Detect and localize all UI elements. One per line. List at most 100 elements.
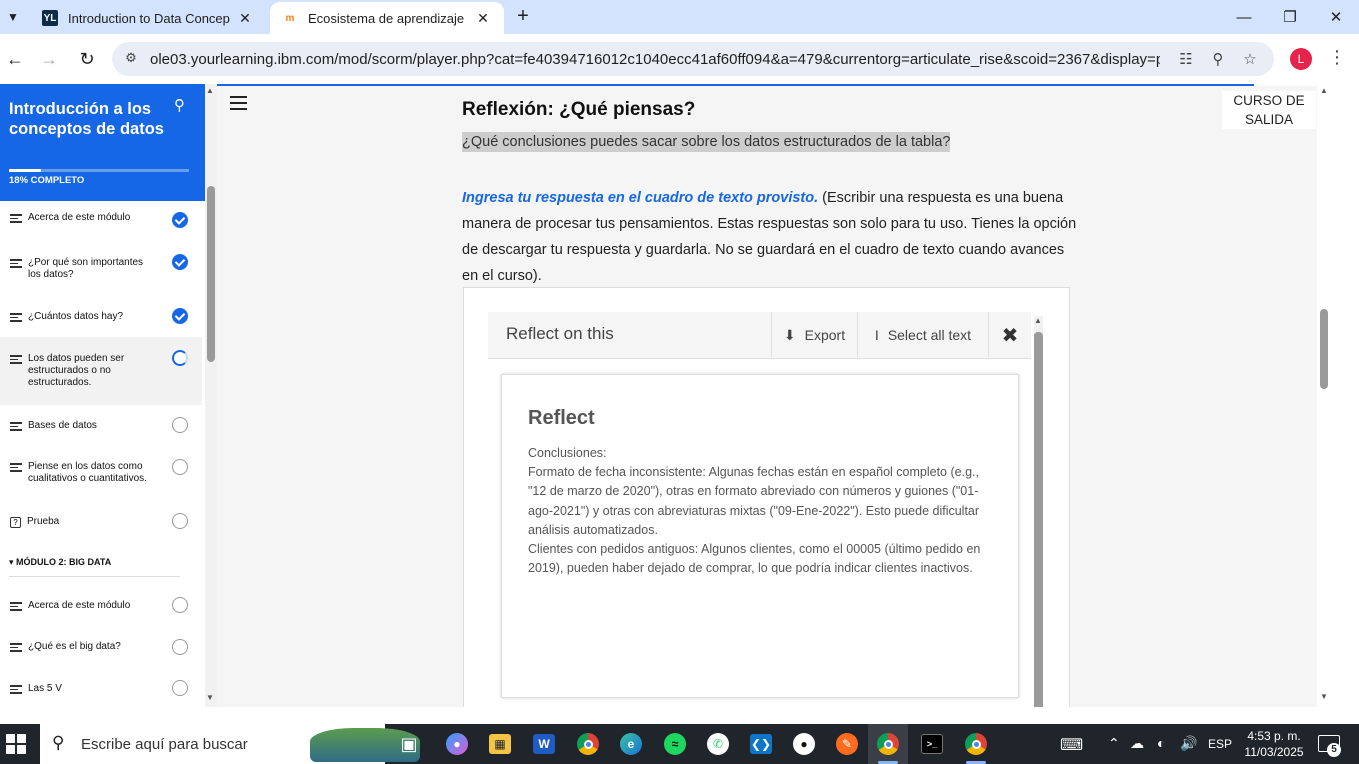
scroll-down-icon[interactable]: ▼: [1320, 692, 1328, 701]
close-tab-icon[interactable]: ✕: [474, 10, 492, 27]
bookmark-star-icon[interactable]: ☆: [1240, 50, 1260, 68]
show-hidden-icons-icon[interactable]: ⌃: [1108, 735, 1120, 752]
task-view-icon[interactable]: ▣: [394, 729, 424, 759]
browser-tab-data-concepts[interactable]: YL Introduction to Data Concepts | ✕: [30, 2, 266, 34]
completed-check-icon: [172, 254, 188, 270]
page-scroll-thumb[interactable]: [1320, 309, 1328, 389]
module-2-toggle[interactable]: ▾ MÓDULO 2: BIG DATA: [9, 557, 111, 568]
sidebar-item-label: ¿Qué es el big data?: [28, 641, 121, 652]
lesson-lines-icon: [10, 214, 22, 223]
new-tab-icon[interactable]: +: [512, 5, 534, 27]
sidebar-scroll-thumb[interactable]: [207, 186, 215, 362]
close-icon[interactable]: ✖: [988, 312, 1031, 358]
reflect-scroll-thumb[interactable]: [1034, 332, 1043, 707]
not-started-circle-icon: [172, 680, 188, 696]
tab-search-dropdown-icon[interactable]: ▼: [0, 4, 26, 30]
select-all-button[interactable]: I Select all text: [857, 312, 988, 358]
whatsapp-icon[interactable]: ✆: [703, 729, 733, 759]
chrome-profile-icon[interactable]: [873, 729, 903, 759]
menu-hamburger-icon[interactable]: [230, 96, 247, 114]
lesson-lines-icon: [10, 643, 22, 652]
reflect-response[interactable]: Conclusiones: Formato de fecha inconsist…: [528, 444, 998, 578]
lesson-lines-icon: [10, 313, 22, 322]
reload-icon[interactable]: ↻: [74, 46, 100, 72]
word-icon[interactable]: W: [529, 729, 559, 759]
volume-icon[interactable]: 🔊: [1180, 735, 1197, 752]
reflect-title: Reflect on this: [506, 324, 614, 343]
course-progress-fill: [9, 169, 42, 172]
clock-date: 11/03/2025: [1244, 745, 1304, 759]
keyboard-layout-icon[interactable]: ⌨: [1060, 735, 1083, 755]
scroll-down-icon[interactable]: ▼: [206, 693, 214, 702]
scroll-up-icon[interactable]: ▲: [1320, 86, 1328, 95]
browser-tab-bar: ▼ YL Introduction to Data Concepts | ✕ m…: [0, 0, 1359, 34]
select-all-label: Select all text: [887, 327, 972, 343]
wifi-icon[interactable]: ◐: [1157, 735, 1165, 751]
pen-tool-icon[interactable]: ✎: [832, 729, 862, 759]
reflect-header: Reflect on this ⬇ Export I Select all te…: [488, 312, 1031, 359]
sidebar-item-label: Acerca de este módulo: [28, 212, 131, 223]
copilot-icon[interactable]: ●: [442, 729, 472, 759]
browser-menu-icon[interactable]: ⋮: [1328, 47, 1346, 68]
language-indicator[interactable]: ESP: [1208, 737, 1232, 751]
browser-toolbar: ← → ↻ ⚙ ole03.yourlearning.ibm.com/mod/s…: [0, 34, 1359, 84]
edge-icon[interactable]: e: [616, 729, 646, 759]
sidebar-item-label: Bases de datos: [28, 420, 97, 431]
clock-time: 4:53 p. m.: [1247, 729, 1301, 743]
course-sidebar: Introducción a los conceptos de datos ⚲ …: [0, 84, 205, 707]
lesson-lines-icon: [10, 355, 22, 364]
exit-course-button[interactable]: CURSO DE SALIDA: [1222, 91, 1316, 129]
question-text: ¿Qué conclusiones puedes sacar sobre los…: [462, 132, 951, 152]
scroll-up-icon[interactable]: ▲: [1034, 316, 1042, 325]
restore-icon[interactable]: ❐: [1267, 0, 1313, 34]
spotify-icon[interactable]: ≈: [660, 729, 690, 759]
divider: [9, 576, 180, 577]
chrome-icon[interactable]: [573, 729, 603, 759]
lesson-lines-icon: [10, 685, 22, 694]
sidebar-item-label: Las 5 V: [28, 683, 62, 694]
scroll-up-icon[interactable]: ▲: [206, 86, 214, 95]
export-label: Export: [804, 327, 846, 343]
browser-tab-ecosistema[interactable]: m Ecosistema de aprendizaje elect ✕: [270, 2, 504, 34]
file-explorer-icon[interactable]: ▦: [485, 729, 515, 759]
section-heading: Reflexión: ¿Qué piensas?: [462, 99, 696, 120]
sidebar-item-label: Piense en los datos como cualitativos o …: [28, 461, 147, 484]
address-bar[interactable]: ⚙ ole03.yourlearning.ibm.com/mod/scorm/p…: [112, 42, 1274, 76]
profile-avatar[interactable]: L: [1290, 48, 1312, 70]
instruction-emphasis: Ingresa tu respuesta en el cuadro de tex…: [462, 190, 819, 206]
not-started-circle-icon: [172, 417, 188, 433]
sidebar-item-label: ¿Cuántos datos hay?: [28, 311, 124, 322]
reflect-textarea[interactable]: Reflect Conclusiones: Formato de fecha i…: [501, 374, 1019, 698]
translate-icon[interactable]: ☷: [1176, 50, 1196, 68]
site-settings-icon[interactable]: ⚙: [122, 50, 140, 68]
course-title: Introducción a los conceptos de datos: [9, 100, 164, 138]
sidebar-item-estructurados[interactable]: Los datos pueden ser estructurados o no …: [0, 337, 202, 405]
vscode-icon[interactable]: ❮❯: [746, 729, 776, 759]
taskbar-clock[interactable]: 4:53 p. m. 11/03/2025: [1240, 728, 1308, 760]
windows-start-icon[interactable]: [6, 734, 26, 754]
cloud-icon[interactable]: ☁: [1130, 735, 1144, 752]
reflect-card: Reflect on this ⬇ Export I Select all te…: [463, 287, 1070, 707]
taskbar-search[interactable]: ⚲ Escribe aquí para buscar: [40, 724, 420, 764]
forward-icon[interactable]: →: [36, 46, 62, 72]
close-tab-icon[interactable]: ✕: [236, 10, 254, 27]
close-window-icon[interactable]: ✕: [1313, 0, 1359, 34]
search-icon[interactable]: ⚲: [174, 96, 185, 114]
terminal-icon[interactable]: >_: [917, 729, 947, 759]
not-started-circle-icon: [172, 597, 188, 613]
page-scrollbar[interactable]: ▲ ▼: [1317, 84, 1331, 707]
sidebar-scrollbar[interactable]: ▲ ▼: [205, 84, 217, 707]
not-started-circle-icon: [172, 459, 188, 475]
zoom-icon[interactable]: ⚲: [1208, 50, 1228, 68]
minimize-icon[interactable]: —: [1221, 0, 1267, 34]
download-icon: ⬇: [783, 326, 796, 343]
github-icon[interactable]: ●: [789, 729, 819, 759]
export-button[interactable]: ⬇ Export: [771, 312, 857, 358]
notification-badge: 5: [1327, 743, 1341, 757]
chrome-second-icon[interactable]: [961, 729, 991, 759]
reflect-scrollbar[interactable]: ▲: [1034, 316, 1043, 707]
response-line: Conclusiones:: [528, 446, 607, 460]
back-icon[interactable]: ←: [2, 46, 28, 72]
url-text[interactable]: ole03.yourlearning.ibm.com/mod/scorm/pla…: [150, 51, 1160, 68]
sidebar-item-label: Prueba: [27, 516, 60, 527]
